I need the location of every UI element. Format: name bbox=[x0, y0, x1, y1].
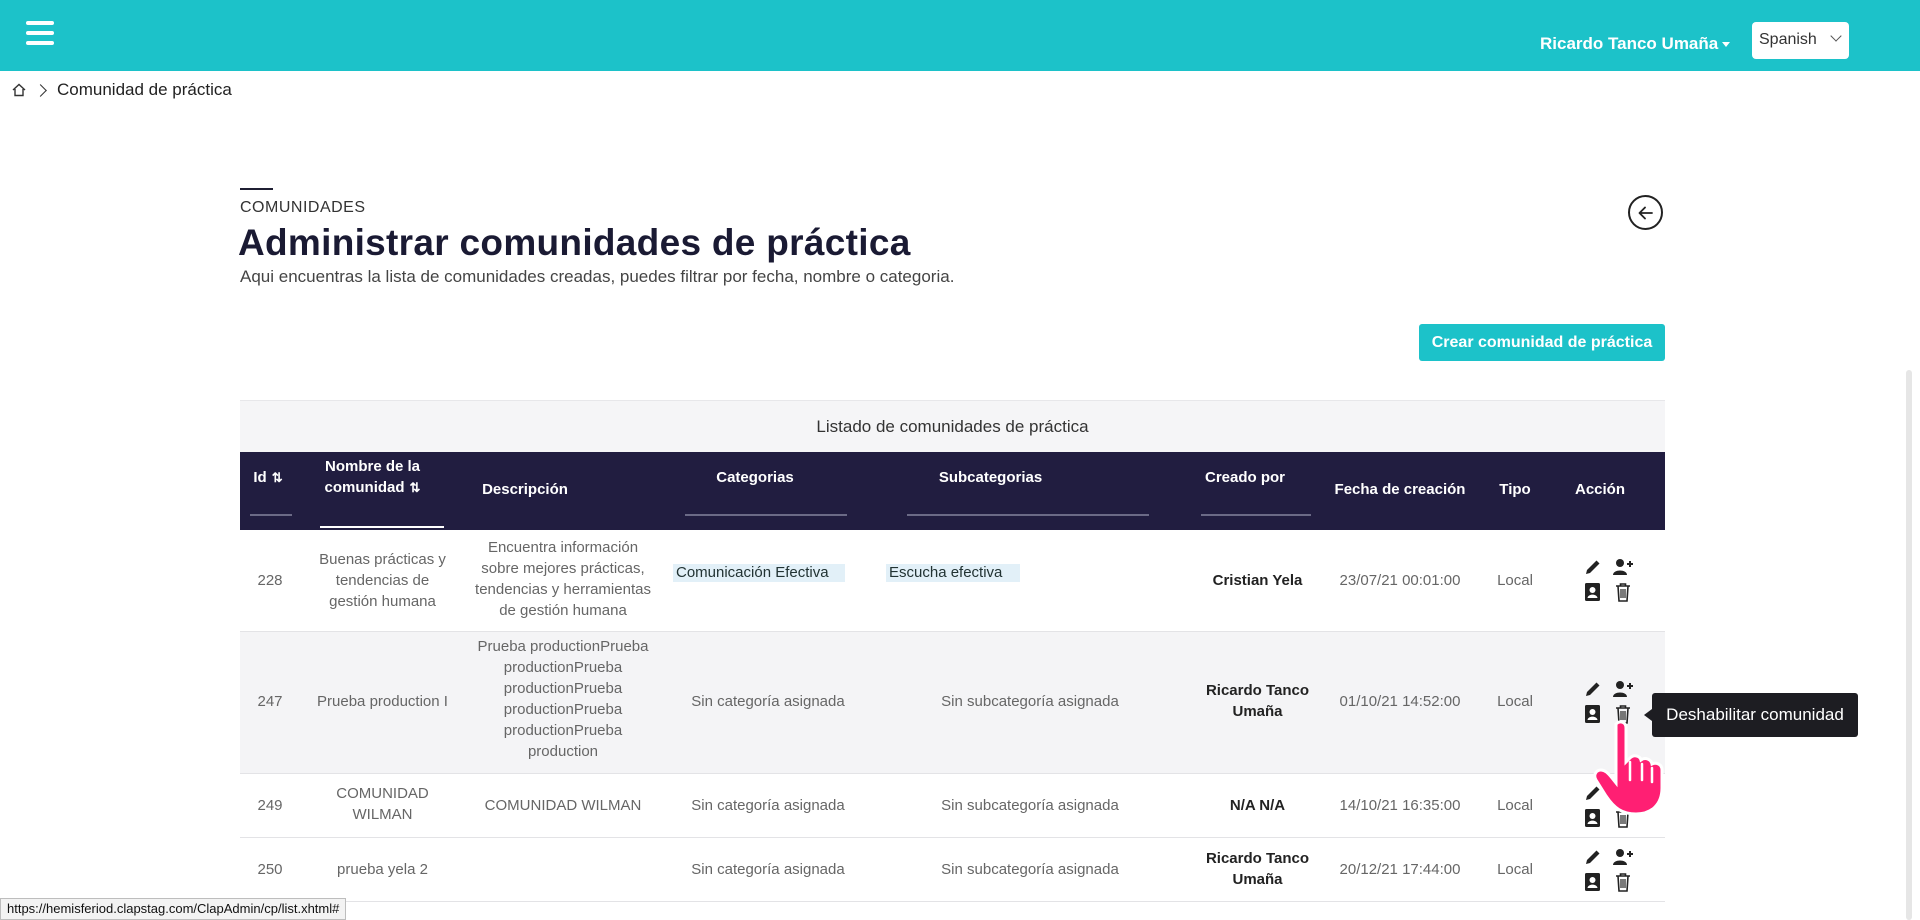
edit-pencil-icon[interactable] bbox=[1582, 556, 1604, 578]
category-chip: Comunicación Efectiva bbox=[673, 564, 845, 582]
disable-community-tooltip: Deshabilitar comunidad bbox=[1644, 693, 1858, 737]
column-header-created-by: Creado por bbox=[1204, 469, 1285, 486]
section-label: COMUNIDADES bbox=[240, 199, 366, 216]
sort-icon[interactable]: ⇅ bbox=[272, 467, 283, 488]
cell-name: Buenas prácticas y tendencias de gestión h… bbox=[319, 551, 446, 610]
cell-id: 250 bbox=[257, 861, 283, 878]
add-user-icon[interactable] bbox=[1612, 678, 1634, 700]
top-navbar: Ricardo Tanco Umaña Spanish bbox=[0, 0, 1920, 71]
page-scrollbar[interactable] bbox=[1906, 370, 1912, 920]
cell-type: Local bbox=[1497, 861, 1533, 878]
column-header-id[interactable]: Id ⇅ bbox=[248, 467, 288, 488]
column-header-subcategories: Subcategorias bbox=[938, 469, 1043, 486]
column-label: Nombre de la bbox=[324, 458, 421, 475]
cell-name: prueba yela 2 bbox=[337, 861, 428, 878]
cell-creator: Cristian Yela bbox=[1212, 572, 1303, 589]
page-title: Administrar comunidades de práctica bbox=[238, 222, 911, 263]
edit-pencil-icon[interactable] bbox=[1582, 678, 1604, 700]
page-subtitle: Aqui encuentras la lista de comunidades … bbox=[240, 267, 955, 286]
filter-underline[interactable] bbox=[907, 514, 1149, 516]
menu-icon[interactable] bbox=[26, 20, 54, 46]
table-header: Id ⇅ Nombre de la comunidad ⇅ Descripción C… bbox=[240, 452, 1665, 530]
arrow-left-icon bbox=[1638, 206, 1653, 220]
column-label: comunidad bbox=[324, 479, 405, 496]
column-label: Id bbox=[253, 469, 267, 486]
table-row: 249 COMUNIDAD WILMAN COMUNIDAD WILMAN Sin… bbox=[240, 774, 1665, 838]
cell-description: Prueba productionPrueba productionPrueba p… bbox=[477, 638, 649, 760]
trash-icon[interactable] bbox=[1612, 871, 1634, 893]
filter-underline[interactable] bbox=[685, 514, 847, 516]
cell-subcategory: Sin subcategoría asignada bbox=[941, 861, 1119, 878]
cell-creator: Ricardo Tanco Umaña bbox=[1205, 682, 1310, 720]
table-caption: Listado de comunidades de práctica bbox=[240, 400, 1665, 452]
cell-type: Local bbox=[1497, 797, 1533, 814]
breadcrumb: Comunidad de práctica bbox=[12, 79, 232, 101]
cell-date: 23/07/21 00:01:00 bbox=[1339, 572, 1461, 589]
caret-down-icon bbox=[1722, 42, 1731, 48]
subcategory-chip: Escucha efectiva bbox=[886, 564, 1020, 582]
hand-pointer-icon bbox=[1593, 720, 1664, 816]
user-menu[interactable]: Ricardo Tanco Umaña bbox=[1540, 34, 1731, 54]
user-name: Ricardo Tanco Umaña bbox=[1540, 34, 1719, 53]
cell-id: 247 bbox=[257, 693, 283, 710]
add-user-icon[interactable] bbox=[1612, 846, 1634, 868]
cell-type: Local bbox=[1497, 572, 1533, 589]
cell-subcategory: Sin subcategoría asignada bbox=[941, 693, 1119, 710]
column-header-description: Descripción bbox=[482, 481, 568, 498]
edit-pencil-icon[interactable] bbox=[1582, 846, 1604, 868]
cell-name: COMUNIDAD WILMAN bbox=[336, 785, 429, 823]
cell-creator: Ricardo Tanco Umaña bbox=[1205, 850, 1310, 888]
cell-id: 228 bbox=[257, 572, 283, 589]
home-icon[interactable] bbox=[12, 83, 26, 97]
filter-underline[interactable] bbox=[1201, 514, 1311, 516]
column-header-type: Tipo bbox=[1499, 481, 1531, 498]
create-community-button[interactable]: Crear comunidad de práctica bbox=[1419, 324, 1665, 361]
filter-underline[interactable] bbox=[250, 514, 292, 516]
cell-category: Sin categoría asignada bbox=[691, 861, 845, 878]
column-header-action: Acción bbox=[1574, 481, 1625, 498]
add-user-icon[interactable] bbox=[1612, 556, 1634, 578]
column-header-categories: Categorias bbox=[716, 469, 794, 486]
cell-creator: N/A N/A bbox=[1229, 797, 1286, 814]
cell-type: Local bbox=[1497, 693, 1533, 710]
cell-subcategory: Sin subcategoría asignada bbox=[941, 797, 1119, 814]
table-row: 250 prueba yela 2 Sin categoría asignada… bbox=[240, 838, 1665, 902]
language-value: Spanish bbox=[1759, 31, 1817, 48]
trash-icon[interactable] bbox=[1612, 581, 1634, 603]
table-row: 228 Buenas prácticas y tendencias de gesti… bbox=[240, 530, 1665, 632]
cell-category: Sin categoría asignada bbox=[691, 797, 845, 814]
cell-name: Prueba production I bbox=[317, 693, 448, 710]
cell-description: Encuentra información sobre mejores práct… bbox=[475, 539, 651, 619]
table-row: 247 Prueba production I Prueba productio… bbox=[240, 632, 1665, 774]
sort-icon[interactable]: ⇅ bbox=[410, 477, 421, 498]
cell-id: 249 bbox=[257, 797, 283, 814]
column-header-created-date: Fecha de creación bbox=[1334, 481, 1466, 498]
filter-underline[interactable] bbox=[320, 526, 444, 528]
chevron-right-icon bbox=[34, 83, 47, 97]
breadcrumb-current: Comunidad de práctica bbox=[57, 80, 232, 99]
cell-date: 20/12/21 17:44:00 bbox=[1339, 861, 1461, 878]
language-select[interactable]: Spanish bbox=[1752, 22, 1849, 59]
back-button[interactable] bbox=[1628, 195, 1663, 230]
cell-date: 14/10/21 16:35:00 bbox=[1339, 797, 1461, 814]
contact-book-icon[interactable] bbox=[1582, 581, 1604, 603]
contact-book-icon[interactable] bbox=[1582, 871, 1604, 893]
cell-description: COMUNIDAD WILMAN bbox=[484, 797, 642, 814]
cell-category: Sin categoría asignada bbox=[691, 693, 845, 710]
section-divider bbox=[240, 188, 273, 190]
chevron-down-icon bbox=[1830, 30, 1842, 42]
status-bar-url: https://hemisferiod.clapstag.com/ClapAdm… bbox=[0, 898, 347, 920]
cell-date: 01/10/21 14:52:00 bbox=[1339, 693, 1461, 710]
column-header-name[interactable]: Nombre de la comunidad ⇅ bbox=[310, 456, 435, 498]
